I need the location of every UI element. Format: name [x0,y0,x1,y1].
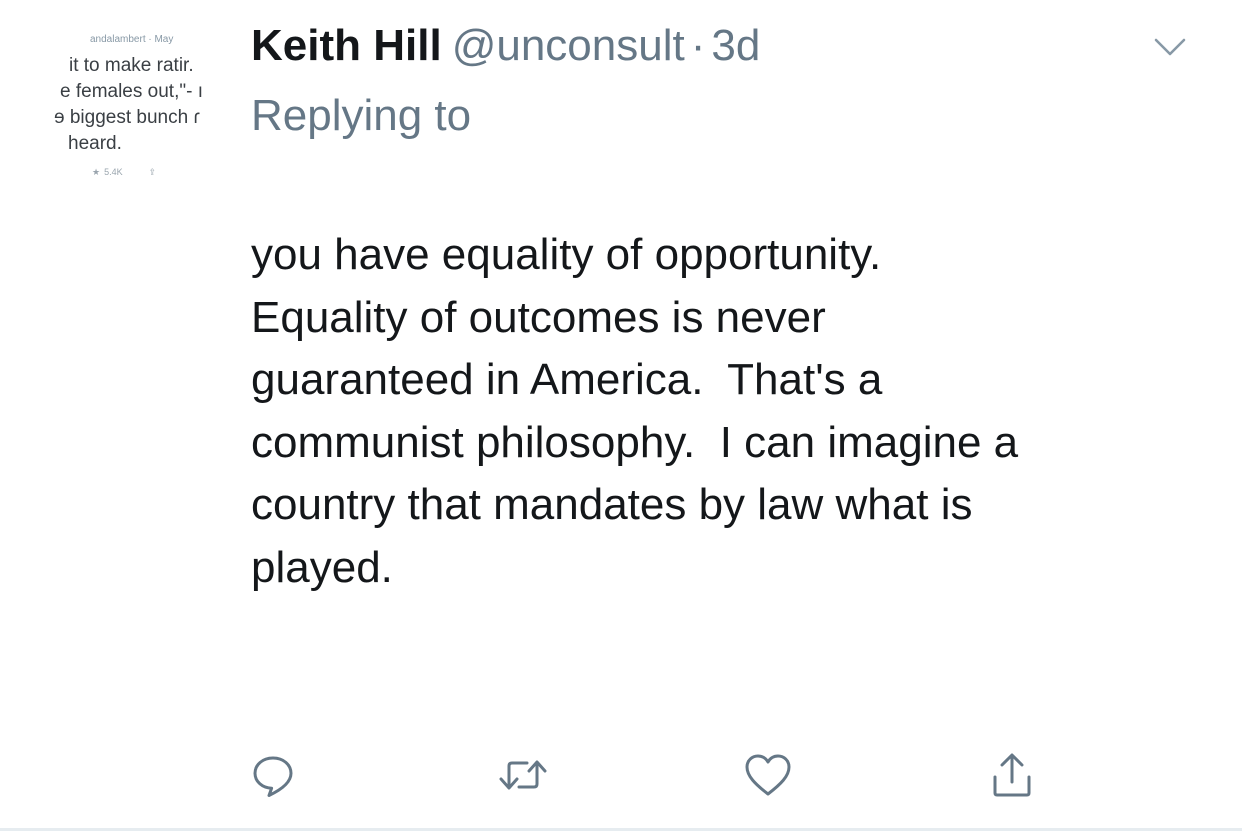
share-small-icon: ⇪ [148,167,157,177]
avatar-handle-text: andalambert · May [90,34,174,45]
tweet-header: Keith Hill @unconsult · 3d [251,18,760,74]
tweet-text: you have equality of opportunity. Equali… [251,230,1019,592]
avatar-stats: ★ 5.4K ⇪ [92,167,156,178]
avatar-fade [218,22,232,192]
separator-dot: · [690,21,706,70]
avatar-likes-count: 5.4K [104,167,123,177]
author-name[interactable]: Keith Hill [251,21,442,70]
star-icon: ★ [92,167,101,177]
chevron-down-icon [1154,38,1186,56]
replying-to-label: Replying to [251,91,472,140]
share-button[interactable] [982,740,1042,810]
retweet-button[interactable] [493,740,553,810]
avatar-text-line: ɘ biggest bunch ɾ [54,107,200,128]
retweet-icon [499,760,547,790]
like-button[interactable] [738,740,798,810]
tweet-time[interactable]: 3d [711,21,760,70]
avatar-text-line: it to make ratir. [69,55,194,76]
tweet-menu-button[interactable] [1150,30,1190,64]
author-handle[interactable]: @unconsult [452,21,685,70]
avatar-text-line: heard. [68,133,122,154]
avatar[interactable]: andalambert · May it to make ratir. e fe… [52,22,232,192]
heart-icon [745,754,791,796]
share-icon [993,753,1031,797]
tweet-actions [0,740,1242,810]
reply-icon [253,756,293,797]
avatar-text-line: e females out,"- ı [60,81,203,102]
reply-button[interactable] [243,740,303,810]
